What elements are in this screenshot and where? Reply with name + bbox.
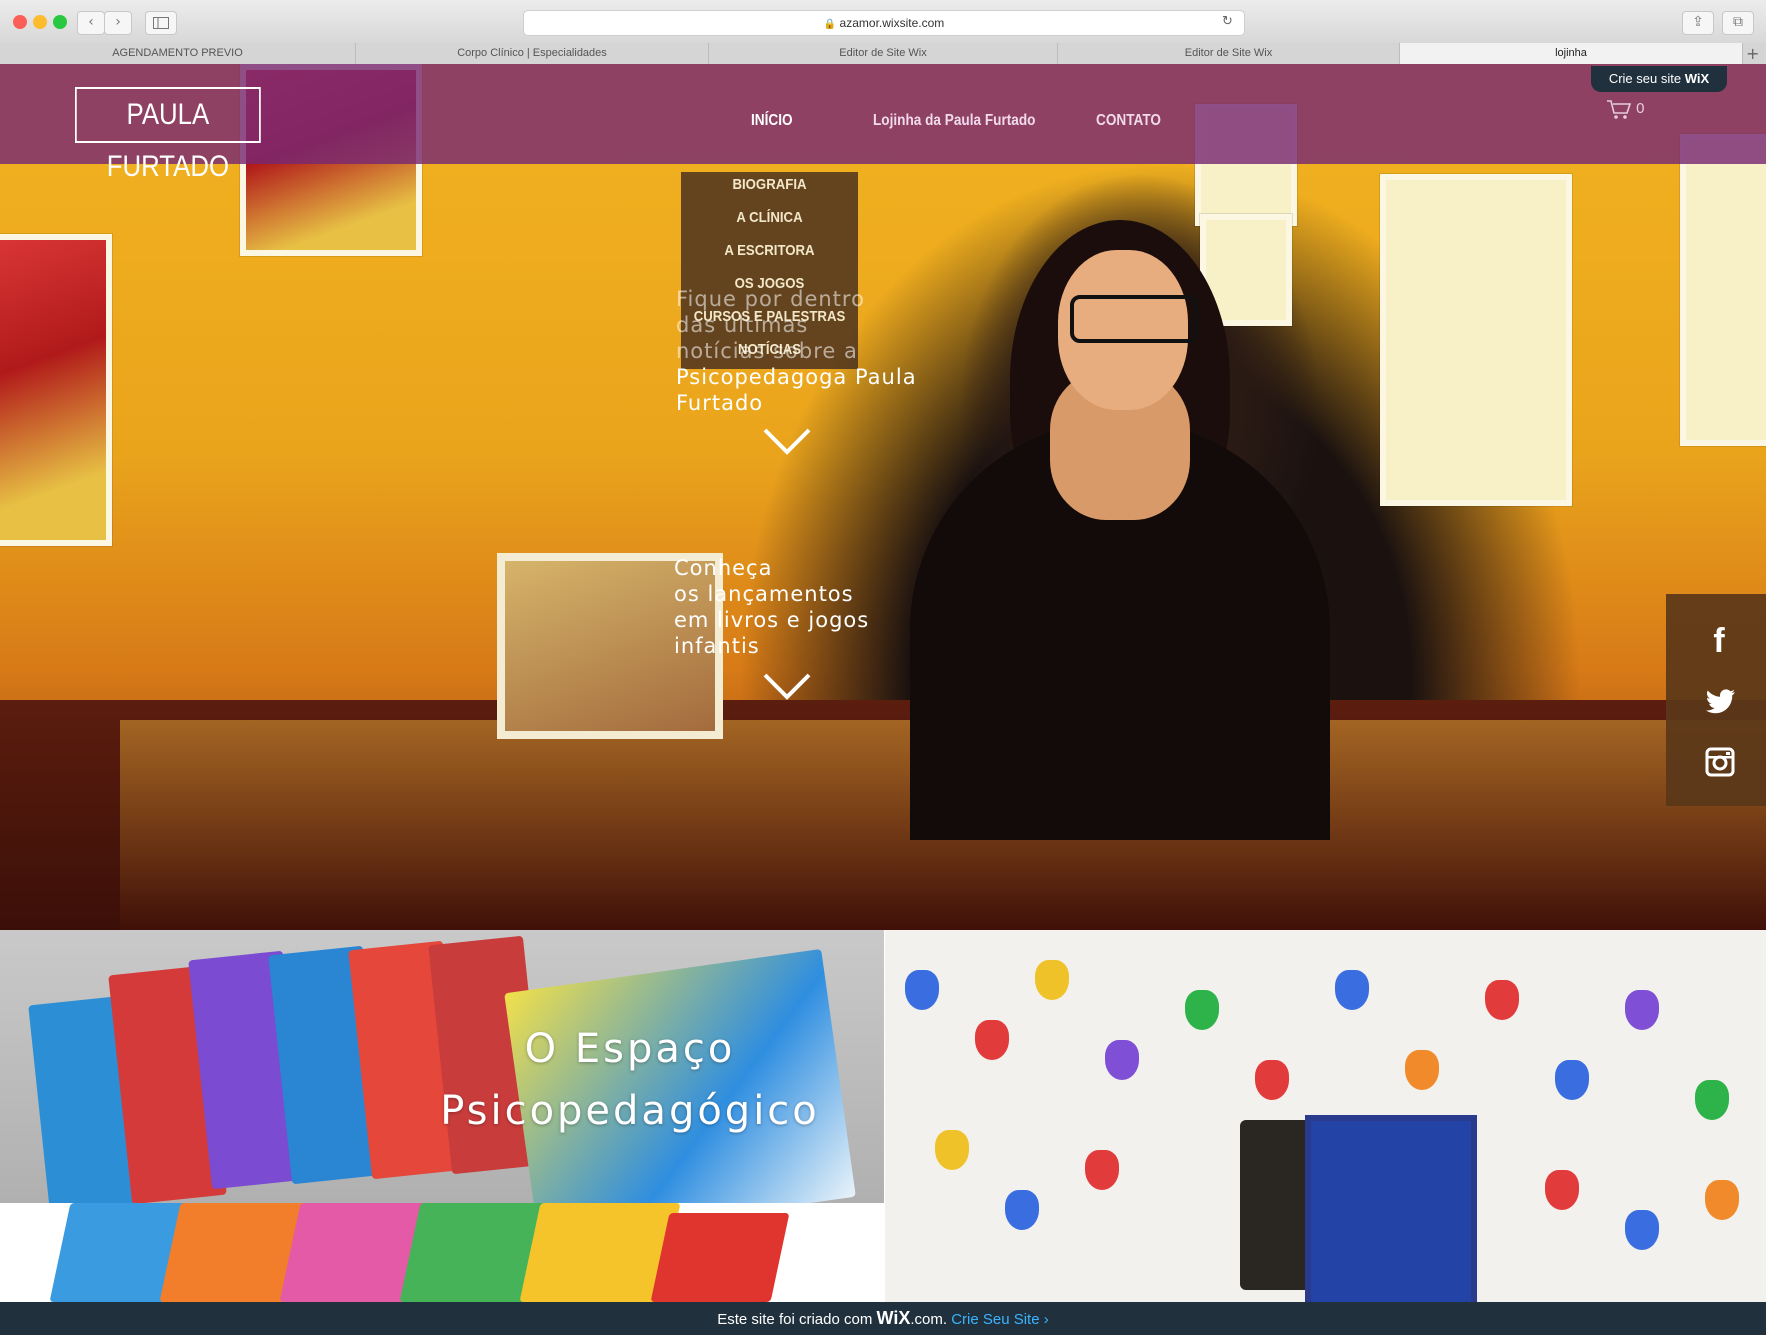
tabs-icon: ⧉ — [1733, 14, 1743, 30]
instagram-icon[interactable] — [1705, 747, 1735, 777]
close-window-button[interactable] — [13, 15, 27, 29]
tab-agendamento[interactable]: AGENDAMENTO PREVIO — [0, 43, 356, 64]
cart-button[interactable]: 0 — [1606, 98, 1645, 120]
tab-lojinha[interactable]: lojinha — [1400, 43, 1743, 64]
create-site-link[interactable]: Crie Seu Site › — [951, 1311, 1049, 1328]
lock-icon: 🔒 — [823, 19, 837, 30]
espaco-panel-lower — [0, 1203, 884, 1302]
tabs-overview-button[interactable]: ⧉ — [1722, 11, 1754, 35]
address-bar[interactable]: 🔒 azamor.wixsite.com — [523, 10, 1245, 36]
tab-editor-wix-2[interactable]: Editor de Site Wix — [1058, 43, 1400, 64]
maximize-window-button[interactable] — [53, 15, 67, 29]
share-icon: ⇪ — [1692, 14, 1704, 30]
chevron-left-icon: ‹ — [88, 14, 94, 30]
sidebar-icon — [153, 17, 169, 29]
submenu-biografia[interactable]: BIOGRAFIA — [692, 176, 848, 193]
wix-logo: WiX — [876, 1308, 911, 1328]
wix-footer-banner: Este site foi criado com WiX.com. Crie S… — [0, 1302, 1766, 1335]
tab-corpo-clinico[interactable]: Corpo Clínico | Especialidades — [356, 43, 709, 64]
cart-count: 0 — [1636, 99, 1645, 117]
twitter-icon[interactable] — [1704, 688, 1736, 716]
wall-frame — [1680, 134, 1766, 446]
forward-button[interactable]: › — [104, 11, 132, 35]
chevron-right-icon: › — [115, 14, 121, 30]
share-button[interactable]: ⇪ — [1682, 11, 1714, 35]
nav-lojinha[interactable]: Lojinha da Paula Furtado — [873, 112, 1035, 130]
facebook-icon[interactable]: f — [1702, 622, 1736, 661]
minimize-window-button[interactable] — [33, 15, 47, 29]
wall-frame — [1380, 174, 1572, 506]
hero-launches-text: Conheça os lançamentos em livros e jogos… — [674, 556, 870, 658]
wix-create-site-badge[interactable]: Crie seu site WiX — [1591, 66, 1727, 92]
tab-bar: AGENDAMENTO PREVIO Corpo Clínico | Espec… — [0, 43, 1766, 64]
back-button[interactable]: ‹ — [77, 11, 105, 35]
sidebar-toggle-button[interactable] — [145, 11, 177, 35]
wall-frame — [0, 234, 112, 546]
portrait-glasses — [1070, 295, 1198, 343]
espaco-title: O Espaço Psicopedagógico — [440, 1026, 820, 1134]
chevron-down-icon[interactable] — [763, 428, 811, 456]
url-text: azamor.wixsite.com — [839, 16, 945, 30]
handprints-image-panel[interactable] — [885, 930, 1766, 1302]
cart-icon — [1607, 100, 1632, 119]
nav-inicio[interactable]: INÍCIO — [751, 112, 793, 130]
nav-contato[interactable]: CONTATO — [1096, 112, 1161, 130]
chevron-down-icon[interactable] — [763, 673, 811, 701]
tab-editor-wix-1[interactable]: Editor de Site Wix — [709, 43, 1058, 64]
site-logo[interactable]: PAULA FURTADO — [75, 87, 261, 183]
submenu-a-escritora[interactable]: A ESCRITORA — [692, 242, 848, 259]
submenu-a-clinica[interactable]: A CLÍNICA — [692, 209, 848, 226]
new-tab-button[interactable]: + — [1746, 43, 1759, 64]
hero-news-text: Fique por dentro das últimas notícias so… — [676, 287, 917, 415]
reload-icon[interactable]: ↻ — [1222, 14, 1233, 29]
